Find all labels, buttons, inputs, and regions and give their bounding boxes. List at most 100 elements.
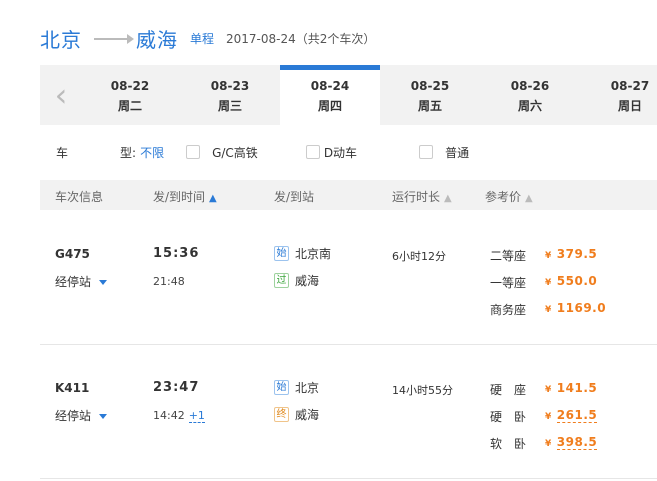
- currency-symbol: ¥: [545, 278, 552, 288]
- date-tab-5[interactable]: 08-27 周日: [580, 65, 657, 125]
- seat-type: 硬 卧: [490, 410, 527, 424]
- from-station-name: 北京: [295, 381, 320, 395]
- col-price-label: 参考价: [485, 190, 522, 204]
- date-tab-1[interactable]: 08-23 周三: [180, 65, 280, 125]
- seat-type: 一等座: [490, 276, 527, 290]
- checkbox[interactable]: [186, 145, 201, 159]
- seat-price: ¥550.0: [545, 274, 597, 288]
- seat-price[interactable]: ¥398.5: [545, 435, 598, 450]
- date-tab-weekday: 周六: [517, 99, 542, 113]
- filter-option-label: G/C高铁: [212, 145, 258, 160]
- checkbox[interactable]: [305, 145, 320, 159]
- from-station: 始北京南: [274, 245, 331, 262]
- to-city: 威海: [136, 27, 178, 52]
- next-day-badge[interactable]: +1: [188, 409, 205, 423]
- end-station-tag: 终: [274, 407, 289, 422]
- date-tab-weekday: 周三: [217, 99, 242, 113]
- sort-icon[interactable]: ▲: [525, 193, 533, 204]
- duration: 14小时55分: [392, 384, 453, 397]
- sort-up-icon[interactable]: ▲: [209, 193, 217, 204]
- price-value: 1169.0: [556, 301, 607, 315]
- currency-symbol: ¥: [545, 412, 552, 422]
- date-tab-2-active[interactable]: 08-24 周四: [280, 65, 380, 125]
- start-station-tag: 始: [274, 246, 289, 261]
- date-tab-date: 08-27: [610, 79, 650, 93]
- stops-toggle[interactable]: 经停站: [55, 273, 108, 290]
- stops-label: 经停站: [55, 409, 92, 423]
- col-time-label: 发/到时间: [153, 190, 206, 204]
- caret-down-icon: [99, 414, 108, 419]
- seat-price: ¥141.5: [545, 381, 597, 395]
- currency-symbol: ¥: [545, 251, 552, 261]
- seat-type: 硬 座: [490, 383, 527, 397]
- stops-label: 经停站: [55, 275, 92, 289]
- price-value: 398.5: [556, 435, 598, 450]
- depart-time: 23:47: [153, 380, 200, 395]
- date-tab-3[interactable]: 08-25 周五: [380, 65, 480, 125]
- stops-toggle[interactable]: 经停站: [55, 407, 108, 424]
- date-strip: ‹ 08-22 周二 08-23 周三 08-24 周四 08-25 周五 08…: [40, 65, 657, 125]
- from-city: 北京: [40, 27, 82, 52]
- seat-price: ¥379.5: [545, 247, 597, 261]
- seat-type: 商务座: [490, 303, 527, 317]
- filter-option-label: 普通: [445, 145, 470, 160]
- depart-time: 15:36: [153, 246, 200, 261]
- seat-type: 二等座: [490, 249, 527, 263]
- arrive-time-value: 14:42: [153, 409, 185, 422]
- col-price[interactable]: 参考价 ▲: [485, 188, 533, 205]
- filter-option-label: D动车: [323, 145, 358, 160]
- start-station-tag: 始: [274, 380, 289, 395]
- date-tab-date: 08-24: [310, 79, 350, 93]
- filter-option-normal[interactable]: 普通: [419, 144, 469, 161]
- train-row: K411 经停站 23:47 14:42 +1 始北京 终威海 14小时55分 硬…: [40, 345, 657, 481]
- filter-label-char2: 型:: [120, 145, 137, 160]
- filter-unlimited-link[interactable]: 不限: [140, 144, 164, 161]
- col-station: 发/到站: [274, 190, 315, 204]
- date-tab-weekday: 周日: [617, 99, 642, 113]
- prev-dates-button[interactable]: ‹: [40, 65, 82, 125]
- price-value: 261.5: [556, 408, 598, 423]
- train-number: G475: [55, 247, 90, 261]
- col-train-info: 车次信息: [55, 190, 104, 204]
- to-station-name: 威海: [295, 274, 320, 288]
- filter-option-d[interactable]: D动车: [305, 144, 358, 161]
- date-tab-4[interactable]: 08-26 周六: [480, 65, 580, 125]
- train-row: G475 经停站 15:36 21:48 始北京南 过威海 6小时12分 二等座…: [40, 210, 657, 344]
- arrive-time-value: 21:48: [153, 275, 185, 288]
- trip-type: 单程: [190, 31, 215, 46]
- date-tab-0[interactable]: 08-22 周二: [80, 65, 180, 125]
- date-info: 2017-08-24（共2个车次）: [226, 31, 376, 46]
- seat-price: ¥1169.0: [545, 301, 606, 315]
- date-tab-date: 08-22: [110, 79, 150, 93]
- date-tab-weekday: 周五: [417, 99, 442, 113]
- to-station: 过威海: [274, 272, 319, 289]
- date-tab-date: 08-23: [210, 79, 250, 93]
- date-tab-weekday: 周二: [117, 99, 142, 113]
- col-time[interactable]: 发/到时间 ▲: [153, 188, 217, 205]
- seat-type: 软 卧: [490, 437, 527, 451]
- chevron-left-icon: ‹: [54, 76, 68, 114]
- price-value: 141.5: [556, 381, 598, 395]
- from-station-name: 北京南: [295, 247, 332, 261]
- sort-icon[interactable]: ▲: [444, 193, 452, 204]
- filter-option-gc[interactable]: G/C高铁: [186, 144, 258, 161]
- duration: 6小时12分: [392, 250, 446, 263]
- arrive-time: 14:42 +1: [153, 409, 205, 423]
- route-arrow-icon: [94, 34, 134, 44]
- price-value: 379.5: [556, 247, 598, 261]
- currency-symbol: ¥: [545, 385, 552, 395]
- filter-label-char1: 车: [56, 145, 69, 160]
- price-value: 550.0: [556, 274, 598, 288]
- checkbox[interactable]: [419, 145, 434, 159]
- seat-price[interactable]: ¥261.5: [545, 408, 598, 423]
- to-station-name: 威海: [295, 408, 320, 422]
- col-duration[interactable]: 运行时长 ▲: [392, 188, 452, 205]
- currency-symbol: ¥: [545, 439, 552, 449]
- currency-symbol: ¥: [545, 305, 552, 315]
- row-divider: [40, 478, 657, 479]
- col-duration-label: 运行时长: [392, 190, 441, 204]
- date-tab-weekday: 周四: [317, 99, 342, 113]
- from-station: 始北京: [274, 379, 319, 396]
- caret-down-icon: [99, 280, 108, 285]
- train-number: K411: [55, 381, 90, 395]
